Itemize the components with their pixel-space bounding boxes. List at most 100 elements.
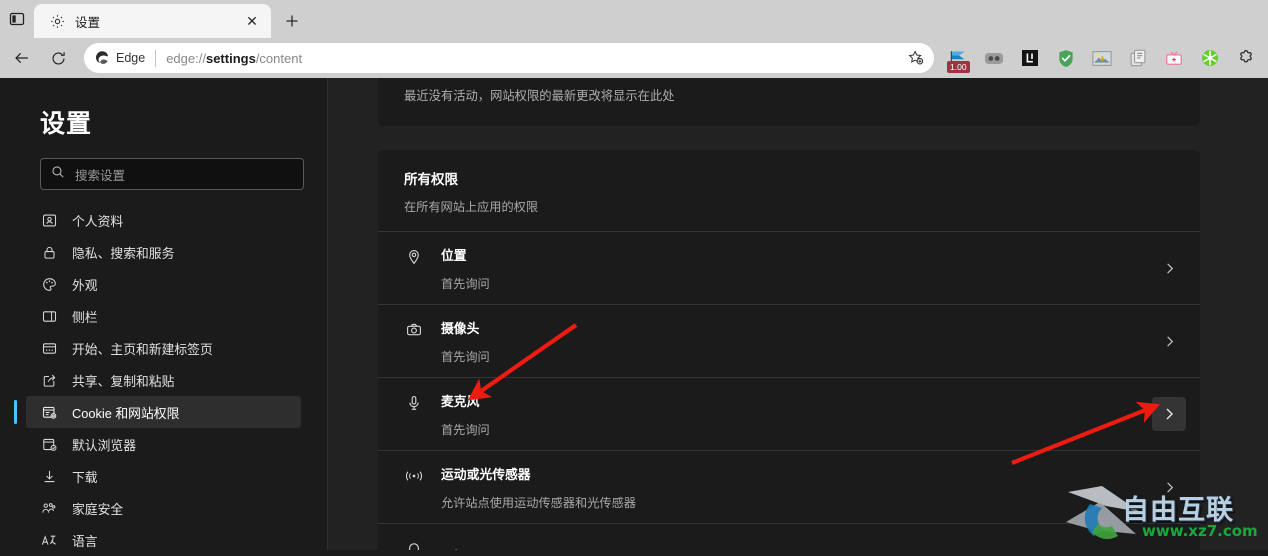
permission-row-text: 通知 xyxy=(441,546,1152,551)
lastpass-extension-icon[interactable] xyxy=(1012,42,1048,74)
sidebar-item-profile[interactable]: 个人资料 xyxy=(26,204,301,236)
sidebar-item-label: 家庭安全 xyxy=(72,499,123,518)
page-title: 设置 xyxy=(40,104,327,140)
palette-icon xyxy=(40,275,58,293)
family-safety-icon xyxy=(40,499,58,517)
permission-row-text: 运动或光传感器 允许站点使用运动传感器和光传感器 xyxy=(441,464,1152,511)
permission-status: 首先询问 xyxy=(441,347,1152,365)
chevron-right-icon[interactable] xyxy=(1152,397,1186,431)
adguard-shield-icon[interactable] xyxy=(1048,42,1084,74)
back-arrow-icon[interactable] xyxy=(4,42,40,74)
image-download-extension-icon[interactable] xyxy=(1084,42,1120,74)
permission-status: 允许站点使用运动传感器和光传感器 xyxy=(441,493,1152,511)
location-pin-icon xyxy=(404,249,424,265)
profile-icon xyxy=(40,211,58,229)
sidebar-item-family-safety[interactable]: 家庭安全 xyxy=(26,492,301,524)
sidebar-item-downloads[interactable]: 下载 xyxy=(26,460,301,492)
permission-row-microphone[interactable]: 麦克风 首先询问 xyxy=(378,377,1200,450)
sidebar-item-label: 开始、主页和新建标签页 xyxy=(72,339,213,358)
all-permissions-header: 所有权限 在所有网站上应用的权限 xyxy=(378,150,1200,231)
sidebar-item-label: 侧栏 xyxy=(72,307,98,326)
sidebar-item-label: 下载 xyxy=(72,467,98,486)
permission-row-text: 摄像头 首先询问 xyxy=(441,318,1152,365)
url-text: edge://settings/content xyxy=(166,51,902,66)
browser-toolbar: Edge edge://settings/content 1.00 xyxy=(0,38,1268,78)
cookie-permissions-icon xyxy=(40,403,58,421)
recent-activity-card: 最近没有活动，网站权限的最新更改将显示在此处 xyxy=(378,78,1200,126)
all-permissions-title: 所有权限 xyxy=(404,168,1174,188)
chevron-right-icon[interactable] xyxy=(1152,543,1186,550)
notification-bell-icon xyxy=(404,541,424,550)
home-page-icon xyxy=(40,339,58,357)
tab-title: 设置 xyxy=(75,12,241,31)
default-browser-icon xyxy=(40,435,58,453)
tabs-extension-icon[interactable] xyxy=(976,42,1012,74)
sidebar-item-label: 外观 xyxy=(72,275,98,294)
address-bar[interactable]: Edge edge://settings/content xyxy=(84,43,934,73)
flag-extension-icon[interactable]: 1.00 xyxy=(940,42,976,74)
settings-sidebar: 设置 搜索设置 个人资料 xyxy=(0,78,328,550)
omnibox-separator xyxy=(155,50,156,67)
sidebar-item-privacy[interactable]: 隐私、搜索和服务 xyxy=(26,236,301,268)
chevron-right-icon[interactable] xyxy=(1152,470,1186,504)
new-tab-button[interactable] xyxy=(275,4,309,38)
sidebar-item-share[interactable]: 共享、复制和粘贴 xyxy=(26,364,301,396)
motion-sensor-icon xyxy=(404,468,424,484)
permission-title: 运动或光传感器 xyxy=(441,467,531,482)
chevron-right-icon[interactable] xyxy=(1152,324,1186,358)
settings-content: 最近没有活动，网站权限的最新更改将显示在此处 所有权限 在所有网站上应用的权限 … xyxy=(328,78,1268,550)
sidebar-item-label: Cookie 和网站权限 xyxy=(72,403,179,422)
search-placeholder: 搜索设置 xyxy=(75,165,125,184)
chevron-right-icon[interactable] xyxy=(1152,251,1186,285)
sidebar-item-cookies-permissions[interactable]: Cookie 和网站权限 xyxy=(26,396,301,428)
sidebar-item-languages[interactable]: 语言 xyxy=(26,524,301,556)
share-icon xyxy=(40,371,58,389)
permission-status: 首先询问 xyxy=(441,274,1152,292)
close-icon[interactable]: ✕ xyxy=(241,10,263,32)
sidebar-item-label: 默认浏览器 xyxy=(72,435,136,454)
all-permissions-subtitle: 在所有网站上应用的权限 xyxy=(404,197,1174,215)
permission-row-notifications[interactable]: 通知 xyxy=(378,523,1200,550)
permission-row-motion-sensors[interactable]: 运动或光传感器 允许站点使用运动传感器和光传感器 xyxy=(378,450,1200,523)
browser-chrome: 设置 ✕ Edge xyxy=(0,0,1268,78)
sidebar-item-label: 语言 xyxy=(72,531,98,550)
reload-icon[interactable] xyxy=(40,42,76,74)
permission-title: 摄像头 xyxy=(441,321,479,336)
lock-icon xyxy=(40,243,58,261)
permission-row-camera[interactable]: 摄像头 首先询问 xyxy=(378,304,1200,377)
settings-page: 设置 搜索设置 个人资料 xyxy=(0,78,1268,550)
permission-title: 位置 xyxy=(441,248,467,263)
camera-icon xyxy=(404,322,424,338)
edge-logo-icon xyxy=(94,50,110,66)
green-snowflake-extension-icon[interactable] xyxy=(1192,42,1228,74)
copy-pages-extension-icon[interactable] xyxy=(1120,42,1156,74)
permission-title: 麦克风 xyxy=(441,394,479,409)
sidebar-item-label: 隐私、搜索和服务 xyxy=(72,243,174,262)
gear-icon xyxy=(48,12,66,30)
download-icon xyxy=(40,467,58,485)
search-icon xyxy=(51,165,65,184)
tab-search-icon[interactable] xyxy=(0,0,34,38)
edge-brand-label: Edge xyxy=(116,51,145,65)
browser-tab[interactable]: 设置 ✕ xyxy=(34,4,271,38)
tab-strip: 设置 ✕ xyxy=(0,0,1268,38)
edge-brand-chip: Edge xyxy=(94,50,145,66)
sidebar-item-sidebar[interactable]: 侧栏 xyxy=(26,300,301,332)
permission-row-text: 麦克风 首先询问 xyxy=(441,391,1152,438)
permission-status: 首先询问 xyxy=(441,420,1152,438)
add-favorite-star-icon[interactable] xyxy=(902,45,930,71)
sidebar-item-label: 个人资料 xyxy=(72,211,123,230)
sidebar-icon xyxy=(40,307,58,325)
settings-gear-icon[interactable] xyxy=(1228,42,1264,74)
sidebar-item-appearance[interactable]: 外观 xyxy=(26,268,301,300)
permission-row-location[interactable]: 位置 首先询问 xyxy=(378,231,1200,304)
search-input[interactable]: 搜索设置 xyxy=(40,158,304,190)
sidebar-item-startpage[interactable]: 开始、主页和新建标签页 xyxy=(26,332,301,364)
sidebar-item-default-browser[interactable]: 默认浏览器 xyxy=(26,428,301,460)
extension-badge: 1.00 xyxy=(947,61,970,74)
permission-row-text: 位置 首先询问 xyxy=(441,245,1152,292)
tv-extension-icon[interactable] xyxy=(1156,42,1192,74)
all-permissions-card: 所有权限 在所有网站上应用的权限 位置 首先询问 xyxy=(378,150,1200,550)
sidebar-item-label: 共享、复制和粘贴 xyxy=(72,371,174,390)
recent-activity-text: 最近没有活动，网站权限的最新更改将显示在此处 xyxy=(404,86,675,104)
